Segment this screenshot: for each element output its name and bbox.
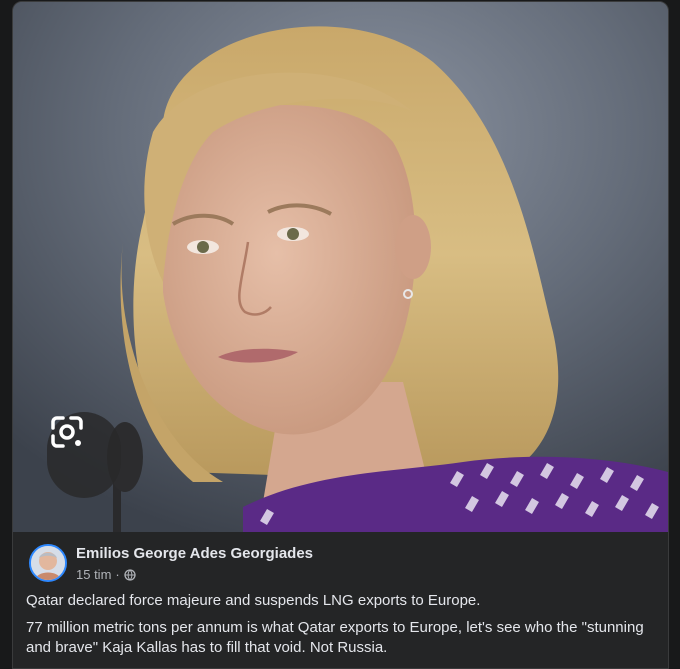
google-lens-button[interactable] — [47, 412, 121, 498]
google-lens-camera-icon — [51, 416, 83, 448]
avatar[interactable] — [29, 544, 67, 582]
post-header: Emilios George Ades Georgiades 15 tim · — [29, 544, 313, 584]
post-text-paragraph: 77 million metric tons per annum is what… — [26, 619, 644, 656]
post-text-paragraph: Qatar declared force majeure and suspend… — [26, 592, 481, 609]
globe-icon — [124, 569, 136, 581]
meta-separator: · — [115, 567, 120, 582]
post-timestamp[interactable]: 15 tim — [76, 566, 111, 584]
avatar-image — [31, 546, 65, 580]
post-meta: 15 tim · — [76, 566, 313, 584]
post-photo[interactable] — [13, 2, 668, 532]
post-card: Emilios George Ades Georgiades 15 tim · … — [12, 1, 669, 669]
author-name[interactable]: Emilios George Ades Georgiades — [76, 544, 313, 564]
